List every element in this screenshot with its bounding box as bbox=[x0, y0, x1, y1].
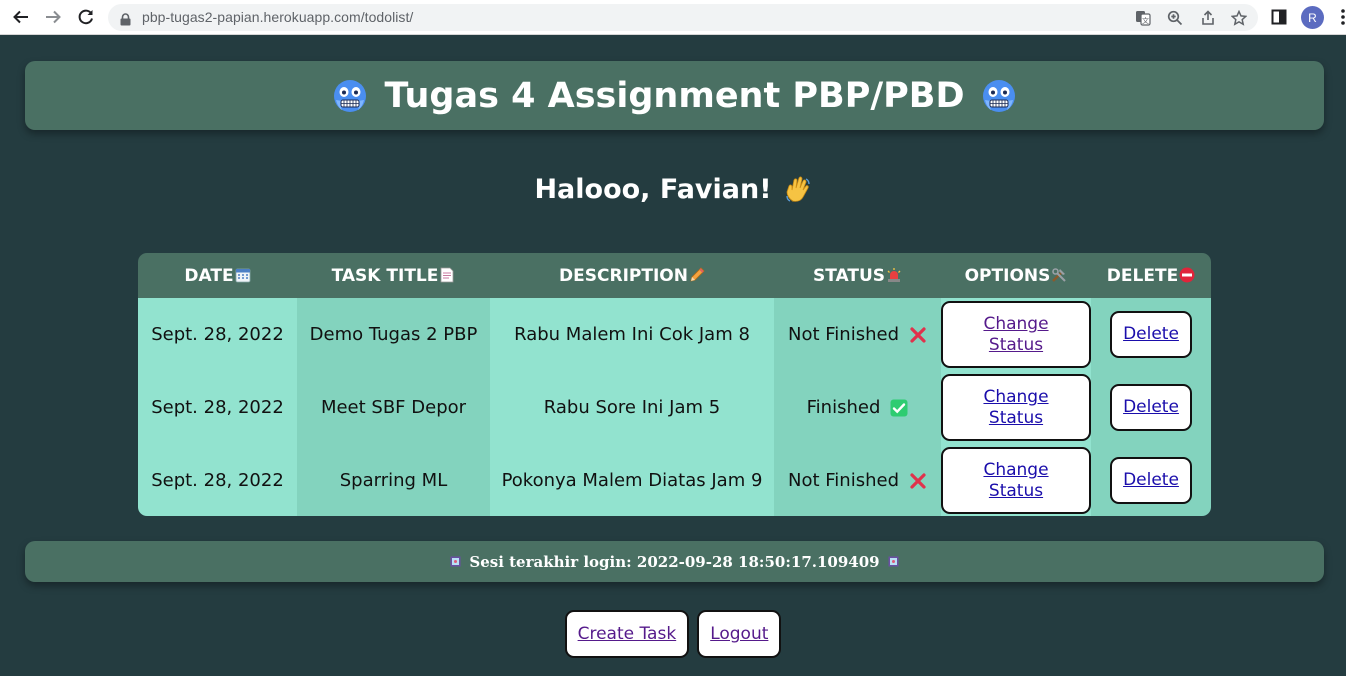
date-cell: Sept. 28, 2022 bbox=[138, 444, 297, 516]
table-row: Sept. 28, 2022 Demo Tugas 2 PBP Rabu Mal… bbox=[138, 298, 1211, 371]
menu-icon[interactable] bbox=[1333, 7, 1346, 27]
status-text: Finished bbox=[806, 397, 881, 418]
translate-icon[interactable]: 文 bbox=[1134, 9, 1152, 27]
status-cell: Not Finished bbox=[774, 444, 941, 516]
change-status-button[interactable]: Change Status bbox=[941, 374, 1091, 441]
description-cell: Pokonya Malem Diatas Jam 9 bbox=[490, 444, 774, 516]
change-status-button[interactable]: Change Status bbox=[941, 301, 1091, 368]
bookmark-star-icon[interactable] bbox=[1230, 9, 1248, 27]
description-cell: Rabu Sore Ini Jam 5 bbox=[490, 371, 774, 444]
page-icon bbox=[440, 267, 454, 282]
check-mark-icon bbox=[890, 399, 908, 416]
last-login-banner: Sesi terakhir login: 2022-09-28 18:50:17… bbox=[25, 541, 1324, 582]
task-title-cell: Demo Tugas 2 PBP bbox=[297, 298, 490, 371]
status-text: Not Finished bbox=[788, 470, 899, 491]
profile-avatar[interactable]: R bbox=[1301, 6, 1324, 29]
lock-icon[interactable] bbox=[120, 11, 131, 30]
options-cell: Change Status bbox=[941, 371, 1091, 444]
options-cell: Change Status bbox=[941, 298, 1091, 371]
side-panel-icon[interactable] bbox=[1269, 7, 1289, 27]
todo-table: DATE TASK TITLE DESCRIPTION STATUS OPTIO… bbox=[138, 253, 1211, 516]
header-card: Tugas 4 Assignment PBP/PBD bbox=[25, 61, 1324, 130]
cross-mark-icon bbox=[910, 472, 926, 489]
date-cell: Sept. 28, 2022 bbox=[138, 371, 297, 444]
delete-cell: Delete bbox=[1091, 371, 1211, 444]
last-login-text: Sesi terakhir login: 2022-09-28 18:50:17… bbox=[469, 552, 880, 571]
greeting-text: Halooo, Favian! bbox=[534, 174, 772, 205]
no-entry-icon bbox=[1179, 267, 1195, 282]
column-header-task-title: TASK TITLE bbox=[297, 253, 490, 298]
column-header-delete: DELETE bbox=[1091, 253, 1211, 298]
status-cell: Not Finished bbox=[774, 298, 941, 371]
delete-button[interactable]: Delete bbox=[1110, 311, 1192, 358]
tv-icon bbox=[888, 556, 899, 567]
task-title-cell: Sparring ML bbox=[297, 444, 490, 516]
cross-mark-icon bbox=[910, 326, 926, 343]
pencil-icon bbox=[690, 266, 705, 282]
waving-hand-icon bbox=[785, 176, 810, 202]
delete-button[interactable]: Delete bbox=[1110, 457, 1192, 504]
task-title-cell: Meet SBF Depor bbox=[297, 371, 490, 444]
change-status-button[interactable]: Change Status bbox=[941, 447, 1091, 514]
address-bar[interactable]: pbp-tugas2-papian.herokuapp.com/todolist… bbox=[108, 4, 1258, 31]
table-row: Sept. 28, 2022 Sparring ML Pokonya Malem… bbox=[138, 444, 1211, 516]
cold-face-emoji-icon bbox=[334, 79, 367, 112]
cold-face-emoji-icon bbox=[982, 79, 1015, 112]
greeting: Halooo, Favian! bbox=[0, 174, 1346, 205]
column-header-description: DESCRIPTION bbox=[490, 253, 774, 298]
reload-icon[interactable] bbox=[75, 6, 97, 28]
zoom-icon[interactable] bbox=[1166, 9, 1184, 27]
calendar-icon bbox=[235, 268, 250, 282]
delete-button[interactable]: Delete bbox=[1110, 384, 1192, 431]
browser-toolbar: pbp-tugas2-papian.herokuapp.com/todolist… bbox=[0, 0, 1346, 35]
status-text: Not Finished bbox=[788, 324, 899, 345]
column-header-date: DATE bbox=[138, 253, 297, 298]
date-cell: Sept. 28, 2022 bbox=[138, 298, 297, 371]
column-header-status: STATUS bbox=[774, 253, 941, 298]
siren-icon bbox=[887, 267, 901, 282]
share-icon[interactable] bbox=[1199, 9, 1217, 27]
column-header-options: OPTIONS bbox=[941, 253, 1091, 298]
delete-cell: Delete bbox=[1091, 298, 1211, 371]
logout-button[interactable]: Logout bbox=[697, 610, 782, 659]
description-cell: Rabu Malem Ini Cok Jam 8 bbox=[490, 298, 774, 371]
table-header-row: DATE TASK TITLE DESCRIPTION STATUS OPTIO… bbox=[138, 253, 1211, 298]
table-row: Sept. 28, 2022 Meet SBF Depor Rabu Sore … bbox=[138, 371, 1211, 444]
tv-icon bbox=[450, 556, 461, 567]
create-task-button[interactable]: Create Task bbox=[564, 610, 690, 659]
delete-cell: Delete bbox=[1091, 444, 1211, 516]
svg-text:文: 文 bbox=[1142, 16, 1149, 25]
url-text[interactable]: pbp-tugas2-papian.herokuapp.com/todolist… bbox=[142, 9, 413, 25]
options-cell: Change Status bbox=[941, 444, 1091, 516]
back-icon[interactable] bbox=[10, 6, 32, 28]
page-title: Tugas 4 Assignment PBP/PBD bbox=[384, 75, 965, 116]
status-cell: Finished bbox=[774, 371, 941, 444]
forward-icon[interactable] bbox=[42, 6, 64, 28]
bottom-actions: Create Task Logout bbox=[0, 610, 1346, 659]
tools-icon bbox=[1052, 267, 1067, 282]
